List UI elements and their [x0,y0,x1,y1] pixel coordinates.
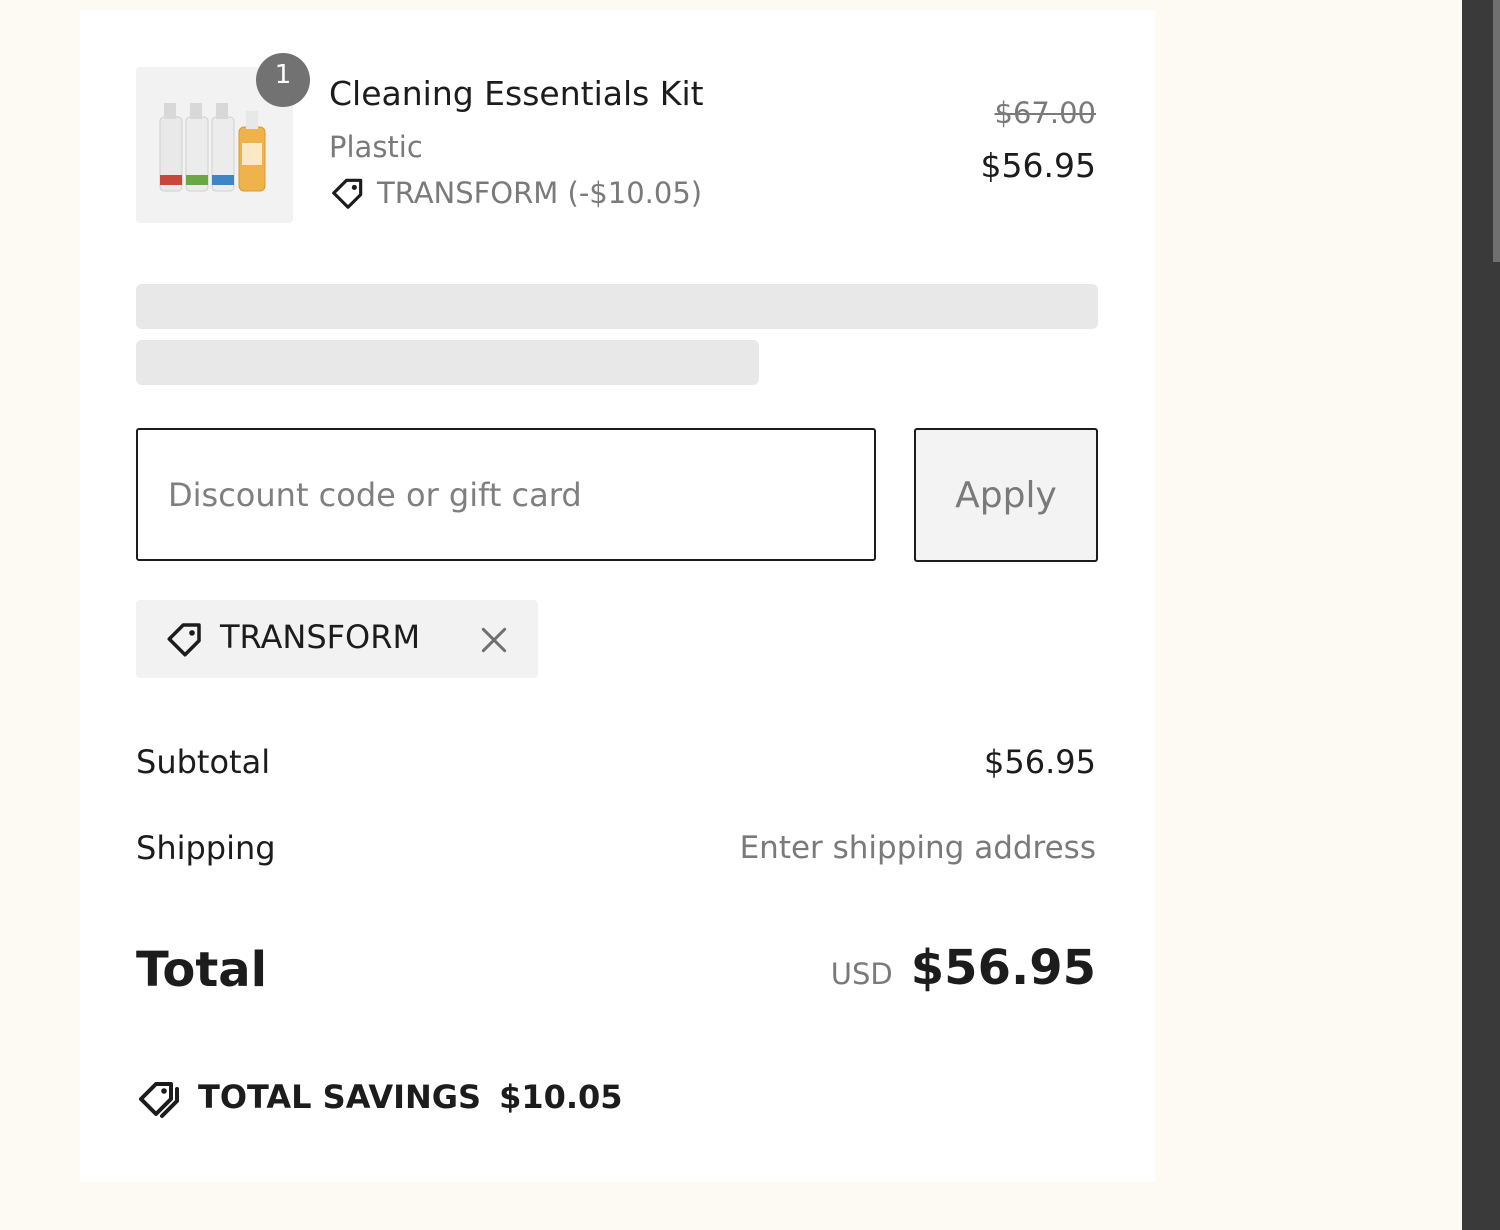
total-label: Total [136,942,268,998]
tags-icon [139,1082,179,1118]
shipping-value: Enter shipping address [739,830,1096,866]
total-value: $56.95 [910,940,1096,996]
applied-discount-chip: TRANSFORM [136,600,538,678]
product-discount-text: TRANSFORM (-$10.05) [377,176,703,210]
scrollbar[interactable] [1462,0,1500,1230]
tag-icon [167,623,201,657]
quantity-badge: 1 [256,53,310,107]
apply-button[interactable]: Apply [914,428,1098,562]
product-discount-line: TRANSFORM (-$10.05) [329,172,702,214]
loading-placeholder [136,284,1098,329]
loading-placeholder [136,340,759,385]
original-price: $67.00 [994,96,1096,130]
total-savings-value: $10.05 [499,1078,623,1116]
currency-code: USD [830,957,893,991]
total-savings: TOTAL SAVINGS $10.05 [136,1072,623,1122]
tag-icon [332,178,363,209]
total-amount: USD $56.95 [831,936,1096,1000]
applied-discount-code: TRANSFORM [220,618,421,656]
close-icon[interactable] [478,624,510,656]
subtotal-value: $56.95 [984,743,1096,781]
product-variant: Plastic [329,130,423,164]
subtotal-label: Subtotal [136,743,271,781]
product-price: $56.95 [980,146,1096,185]
total-savings-label: TOTAL SAVINGS [198,1078,482,1116]
shipping-label: Shipping [136,829,276,867]
product-name: Cleaning Essentials Kit [329,74,704,113]
scrollbar-thumb[interactable] [1493,0,1500,262]
discount-code-input[interactable] [136,428,876,561]
